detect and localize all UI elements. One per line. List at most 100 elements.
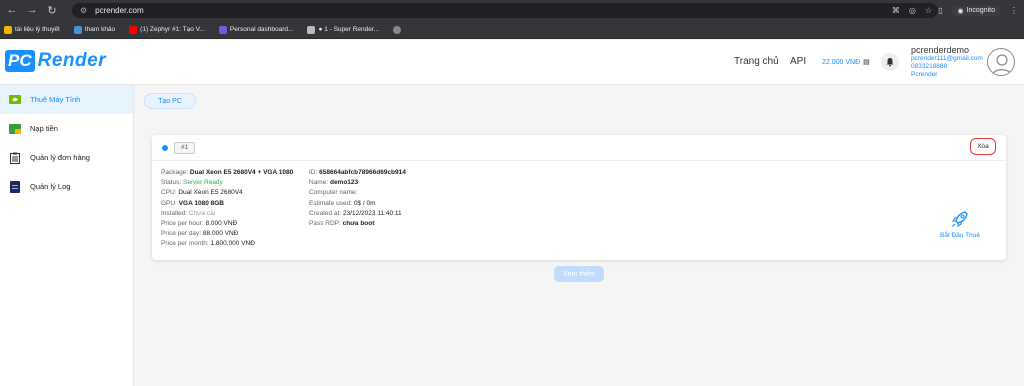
package-value: Dual Xeon E5 2680V4 + VGA 1080 <box>189 169 294 176</box>
estimate-label: Estimate used: <box>309 199 352 207</box>
address-bar[interactable]: ⚙ pcrender.com ⌘ ◎ ☆ <box>72 3 939 18</box>
pc-details-left: Package: Dual Xeon E5 2680V4 + VGA 1080 … <box>161 168 293 250</box>
incognito-label: Incognito <box>966 7 995 14</box>
detail-row: Name: demo123 <box>309 178 406 188</box>
doc-icon <box>73 25 82 34</box>
logo-render: Render <box>37 50 107 71</box>
folder-icon <box>4 25 12 34</box>
detail-row: Status: Server Ready <box>161 178 293 188</box>
detail-row: Created at: 23/12/2023 11:40:11 <box>309 209 406 219</box>
gpu-value: VGA 1080 8GB <box>178 199 224 207</box>
detail-row: ID: 658664abfcb78966d69cb914 <box>309 168 406 178</box>
detail-row: CPU: Dual Xeon E5 2680V4 <box>161 188 293 198</box>
forward-icon[interactable]: → <box>26 4 38 17</box>
sidebar-item-label: Quản lý Log <box>30 182 71 191</box>
pass-rdp-label: Pass RDP: <box>309 220 341 228</box>
id-label: ID: <box>309 169 318 176</box>
package-label: Package: <box>161 169 189 176</box>
sidebar-item-orders[interactable]: Quản lý đơn hàng <box>0 143 133 172</box>
bookmark-label: Personal dashboard... <box>229 26 294 33</box>
incognito-icon: ◉ <box>957 7 964 15</box>
rocket-icon <box>951 211 968 228</box>
load-more-button[interactable]: Xem thêm <box>554 266 604 282</box>
installed-value: Chưa cài <box>188 209 216 217</box>
gpu-label: GPU: <box>161 199 177 207</box>
browser-nav: ← → ↻ <box>0 4 58 17</box>
cpu-label: CPU: <box>161 189 177 197</box>
price-day-value: 88.000 VNĐ <box>202 230 239 238</box>
start-rent-label: Bắt Đầu Thuê <box>940 232 980 239</box>
omnibox-actions: ⌘ ◎ ☆ <box>892 6 938 15</box>
detail-row: GPU: VGA 1080 8GB <box>161 199 293 209</box>
clipboard-icon <box>9 152 21 164</box>
price-day-label: Price per day: <box>161 230 202 238</box>
bookmark-item[interactable]: (1) Zephyr #1: Tạo V... <box>129 25 205 34</box>
nav-api-link[interactable]: API <box>790 56 806 67</box>
bookmark-item[interactable]: ● 1 - Super Render... <box>307 25 380 34</box>
bookmark-item[interactable]: tài liệu lý thuyết <box>4 25 60 34</box>
name-label: Name: <box>309 179 329 187</box>
computer-name-label: Computer name: <box>309 189 358 197</box>
bookmark-item[interactable] <box>393 25 402 34</box>
detail-row: Price per day: 88.000 VNĐ <box>161 229 293 239</box>
reload-icon[interactable]: ↻ <box>46 4 58 17</box>
translate-icon[interactable]: ⌘ <box>892 6 900 15</box>
sidebar-item-topup[interactable]: Nạp tiền <box>0 114 133 143</box>
avatar[interactable] <box>987 48 1015 76</box>
side-panel-icon[interactable]: ▯ <box>938 6 942 15</box>
delete-button[interactable]: Xóa <box>970 138 996 155</box>
user-phone: 0833218888 <box>911 63 948 70</box>
price-hour-value: 8.000 VNĐ <box>205 220 238 228</box>
site-header: PC Render Trang chủ API 22.000 VNĐ ▤ pcr… <box>0 40 1024 85</box>
incognito-badge[interactable]: ◉ Incognito <box>951 5 1001 16</box>
z-icon <box>218 25 227 34</box>
price-month-label: Price per month: <box>161 240 209 248</box>
balance-value: 22.000 VNĐ <box>822 58 861 66</box>
nav-home-link[interactable]: Trang chủ <box>734 56 779 67</box>
wallet-icon <box>9 123 21 134</box>
created-value: 23/12/2023 11:40:11 <box>342 209 402 217</box>
id-value: 658664abfcb78966d69cb914 <box>319 169 406 176</box>
detail-row: Price per hour: 8.000 VNĐ <box>161 219 293 229</box>
estimate-value: 0$ / 0m <box>353 199 376 207</box>
status-dot <box>162 144 168 151</box>
sidebar-item-rent-pc[interactable]: Thuê Máy Tính <box>0 85 133 114</box>
detail-row: Installed: Chưa cài <box>161 209 293 219</box>
log-file-icon <box>9 180 21 193</box>
star-icon[interactable]: ☆ <box>925 6 932 15</box>
pass-rdp-value: chưa boot <box>342 220 375 228</box>
notification-bell-icon[interactable] <box>881 53 899 71</box>
bookmark-item[interactable]: Personal dashboard... <box>218 25 294 34</box>
bookmark-label: ● 1 - Super Render... <box>318 26 380 33</box>
bookmark-item[interactable]: tham khảo <box>73 25 116 34</box>
sidebar-item-label: Nạp tiền <box>30 124 58 133</box>
detail-row: Package: Dual Xeon E5 2680V4 + VGA 1080 <box>161 168 293 178</box>
menu-icon[interactable]: ⋮ <box>1010 6 1018 15</box>
coin-stack-icon: ▤ <box>863 59 870 66</box>
create-pc-button[interactable]: Tạo PC <box>144 93 196 109</box>
detail-row: Price per month: 1.800.000 VNĐ <box>161 239 293 249</box>
sidebar: Thuê Máy Tính Nạp tiền Quản lý đơn hàng … <box>0 85 134 386</box>
logo[interactable]: PC Render <box>5 50 106 72</box>
user-avatar-icon <box>991 54 1013 75</box>
sidebar-item-logs[interactable]: Quản lý Log <box>0 172 133 201</box>
bookmark-label: tham khảo <box>84 26 116 33</box>
created-label: Created at: <box>309 209 342 217</box>
user-org: Pcrender <box>911 71 938 78</box>
status-label: Status: <box>161 179 182 187</box>
balance-display[interactable]: 22.000 VNĐ ▤ <box>822 58 870 67</box>
logo-pc: PC <box>5 50 35 72</box>
site-info-icon[interactable]: ⚙ <box>80 6 87 15</box>
user-email: pcrender111@gmail.com <box>911 55 983 62</box>
browser-toolbar: ← → ↻ ⚙ pcrender.com ⌘ ◎ ☆ ▯ ◉ Incognito … <box>0 0 1024 21</box>
bookmark-label: tài liệu lý thuyết <box>15 26 60 33</box>
back-icon[interactable]: ← <box>6 4 18 17</box>
user-info[interactable]: pcrenderdemo pcrender111@gmail.com 08332… <box>911 45 983 79</box>
bookmarks-bar: tài liệu lý thuyết tham khảo (1) Zephyr … <box>0 21 1024 39</box>
status-value: Server Ready <box>183 179 223 187</box>
pc-index-tag: #1 <box>174 141 196 154</box>
eye-off-icon[interactable]: ◎ <box>909 6 916 15</box>
globe-icon <box>393 25 402 34</box>
youtube-icon <box>129 25 138 34</box>
start-rent-button[interactable]: Bắt Đầu Thuê <box>936 208 984 239</box>
